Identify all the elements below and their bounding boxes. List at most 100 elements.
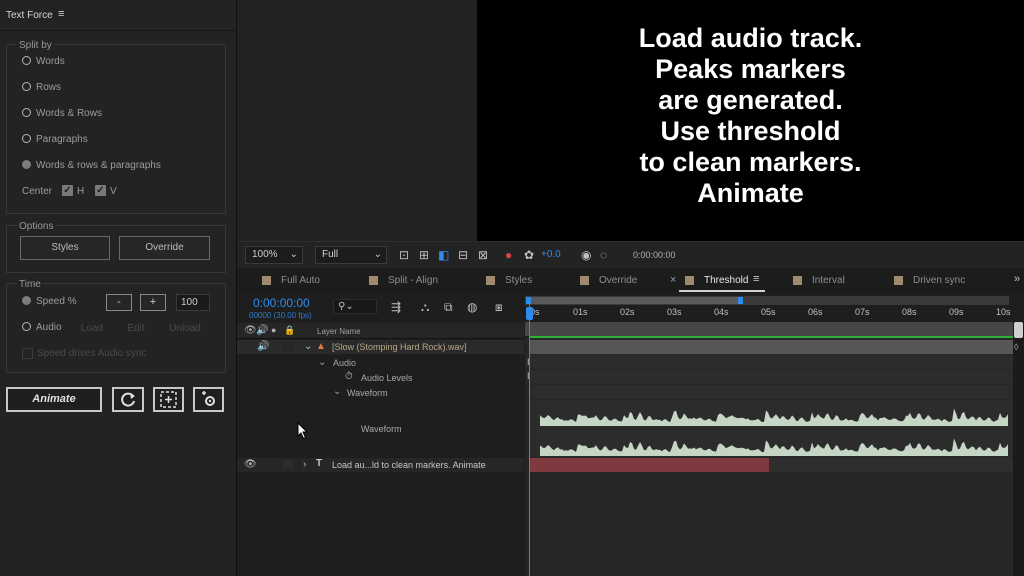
options-title: Options (17, 221, 56, 232)
tab-color-swatch (369, 276, 378, 285)
radio-words[interactable] (22, 56, 31, 65)
radio-paragraphs[interactable] (22, 134, 31, 143)
fit-button[interactable] (153, 387, 184, 412)
audio-header-icon: 🔊 (256, 325, 269, 336)
refresh-button[interactable] (112, 387, 144, 412)
zoom-dropdown[interactable]: 100% ⌄ (245, 246, 303, 264)
radio-speed[interactable] (22, 296, 31, 305)
audio-layer-bar[interactable] (530, 340, 1013, 354)
animate-button[interactable]: Animate (6, 387, 102, 412)
zoom-value: 100% (252, 249, 278, 260)
override-button[interactable]: Override (119, 236, 210, 260)
snapshot-icon[interactable]: ◉ (581, 248, 591, 262)
grid-icon[interactable]: ⊠ (478, 248, 488, 262)
audio-end-icon: ◊ (1014, 342, 1019, 352)
shy-layers-icon[interactable]: ⧉ (444, 300, 453, 314)
show-snapshot-icon[interactable]: ◌ (600, 248, 607, 262)
waveform-label: Waveform (361, 424, 402, 434)
more-tabs-icon[interactable]: » (1014, 273, 1020, 285)
eye-icon[interactable]: 👁 (244, 459, 257, 470)
layer-name-header: Layer Name (317, 327, 361, 336)
tab-menu-icon[interactable]: ≡ (753, 273, 759, 285)
radio-rows[interactable] (22, 82, 31, 91)
radio-words-rows[interactable] (22, 108, 31, 117)
graph-editor-icon[interactable]: ⧆ (495, 300, 503, 314)
tab-override[interactable]: Override (599, 275, 637, 286)
mask-visibility-icon[interactable]: ◧ (438, 248, 449, 262)
vertical-scrollbar[interactable] (1013, 322, 1024, 576)
settings-button[interactable] (193, 387, 224, 412)
waveform-channel (540, 408, 1008, 426)
chevron-down-icon[interactable]: ⌄ (333, 386, 341, 397)
tab-color-swatch (894, 276, 903, 285)
speed-label: Speed % (36, 296, 77, 307)
tab-full-auto[interactable]: Full Auto (281, 275, 320, 286)
composition-mini-flowchart-icon[interactable]: ⇶ (391, 300, 401, 314)
color-channels-icon[interactable]: ● (505, 248, 512, 262)
resolution-value: Full (322, 249, 339, 260)
speed-minus-button[interactable]: - (106, 294, 132, 311)
ruler-tick-label: 04s (714, 307, 729, 317)
navigator-start-handle[interactable] (526, 297, 531, 304)
transparency-grid-icon[interactable]: ⊞ (419, 248, 429, 262)
playhead-line[interactable] (529, 304, 530, 576)
audio-edit-button[interactable]: Edit (116, 320, 156, 337)
region-of-interest-icon[interactable]: ⊡ (399, 248, 409, 262)
stopwatch-icon[interactable]: ⏱ (345, 371, 353, 382)
speed-input[interactable]: 100 (176, 294, 210, 311)
resolution-dropdown[interactable]: Full ⌄ (315, 246, 387, 264)
viewer-timecode[interactable]: 0:00:00:00 (633, 250, 676, 260)
work-area-range[interactable] (525, 322, 1013, 336)
styles-button[interactable]: Styles (20, 236, 110, 260)
text-layer-name[interactable]: Load au...ld to clean markers. Animate (332, 460, 486, 470)
frame-blending-icon[interactable]: ◍ (467, 300, 477, 314)
hamburger-icon[interactable]: ≡ (58, 8, 64, 20)
ruler-tick-label: 06s (808, 307, 823, 317)
zoom-navigator[interactable] (528, 297, 741, 304)
speed-plus-button[interactable]: + (140, 294, 166, 311)
tab-driven-sync[interactable]: Driven sync (913, 275, 965, 286)
audio-unload-button[interactable]: Unload (160, 320, 210, 337)
tab-close-icon[interactable]: × (670, 274, 676, 286)
radio-audio[interactable] (22, 322, 31, 331)
tab-interval[interactable]: Interval (812, 275, 845, 286)
guides-icon[interactable]: ⊟ (458, 248, 468, 262)
chevron-down-icon[interactable]: ⌄ (318, 357, 326, 368)
text-layer-bar[interactable] (530, 458, 769, 472)
draft-3d-icon[interactable]: ⛬ (421, 300, 429, 314)
fit-frame-icon (160, 391, 177, 408)
search-icon: ⚲⌄ (338, 301, 354, 312)
radio-label-words-rows: Words & Rows (36, 108, 102, 119)
chevron-down-icon[interactable]: ⌄ (304, 341, 312, 352)
eye-header-icon: 👁 (244, 325, 257, 336)
tab-styles[interactable]: Styles (505, 275, 532, 286)
audio-levels-label: Audio Levels (361, 373, 413, 383)
center-h-checkbox[interactable]: ✓ (62, 185, 73, 196)
waveform-group-label: Waveform (347, 388, 388, 398)
ruler-tick-label: 07s (855, 307, 870, 317)
frame-rate-display: 00000 (30.00 fps) (249, 311, 312, 320)
navigator-end-handle[interactable] (738, 297, 743, 304)
lock-toggle[interactable] (283, 460, 293, 470)
tab-color-swatch (685, 276, 694, 285)
speed-drives-checkbox[interactable] (22, 348, 33, 359)
color-management-icon[interactable]: ✿ (524, 248, 534, 262)
ruler-tick-label: 10s (996, 307, 1011, 317)
audio-group-track (530, 355, 1013, 369)
center-v-checkbox[interactable]: ✓ (95, 185, 106, 196)
lock-toggle[interactable] (283, 342, 293, 352)
audio-load-button[interactable]: Load (72, 320, 112, 337)
tab-threshold[interactable]: Threshold (704, 275, 748, 286)
audio-toggle-icon[interactable]: 🔊 (257, 341, 269, 352)
mouse-cursor-icon (297, 422, 309, 440)
tab-split-align[interactable]: Split - Align (388, 275, 438, 286)
tab-color-swatch (486, 276, 495, 285)
scrollbar-thumb[interactable] (1014, 322, 1023, 338)
exposure-value[interactable]: +0.0 (541, 249, 561, 260)
search-input[interactable]: ⚲⌄ (333, 299, 377, 314)
center-h-label: H (77, 186, 85, 197)
current-time-display[interactable]: 0:00:00:00 (253, 296, 310, 310)
radio-words-rows-paragraphs[interactable] (22, 160, 31, 169)
chevron-right-icon[interactable]: › (303, 459, 306, 470)
audio-layer-name[interactable]: [Slow (Stomping Hard Rock).wav] (332, 342, 467, 352)
